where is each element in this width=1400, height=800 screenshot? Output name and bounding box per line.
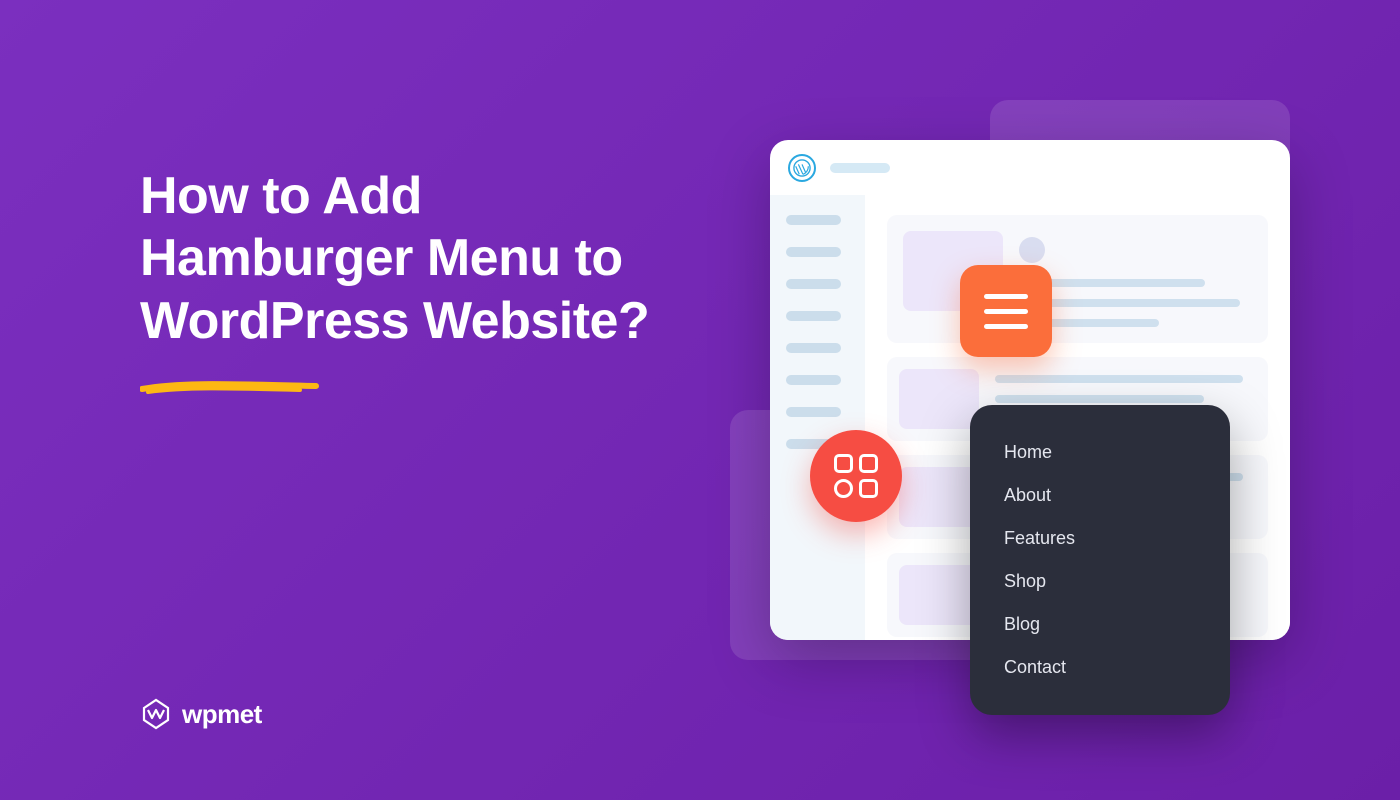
thumbnail-placeholder <box>899 369 979 429</box>
text-line-placeholder <box>1019 299 1240 307</box>
text-placeholder-group <box>1019 231 1252 327</box>
page-title: How to Add Hamburger Menu to WordPress W… <box>140 165 700 352</box>
sidebar-placeholder <box>786 215 841 225</box>
hamburger-menu-icon <box>960 265 1052 357</box>
app-sidebar <box>770 195 865 640</box>
sidebar-placeholder <box>786 343 841 353</box>
header-placeholder-line <box>830 163 890 173</box>
text-line-placeholder <box>995 395 1204 403</box>
brand-logo: wpmet <box>140 698 262 730</box>
menu-item-about[interactable]: About <box>970 474 1230 517</box>
grid-square <box>834 454 853 473</box>
dropdown-menu: Home About Features Shop Blog Contact <box>970 405 1230 715</box>
wordpress-icon <box>788 154 816 182</box>
content-card <box>887 215 1268 343</box>
grid-square <box>834 479 853 498</box>
menu-item-home[interactable]: Home <box>970 431 1230 474</box>
underline-decoration <box>140 380 320 394</box>
thumbnail-placeholder <box>899 467 979 527</box>
illustration: Home About Features Shop Blog Contact <box>690 80 1310 720</box>
menu-item-blog[interactable]: Blog <box>970 603 1230 646</box>
sidebar-placeholder <box>786 247 841 257</box>
grid-menu-icon <box>810 430 902 522</box>
sidebar-placeholder <box>786 407 841 417</box>
app-header <box>770 140 1290 195</box>
brand-name: wpmet <box>182 699 262 730</box>
grid-square <box>859 479 878 498</box>
hamburger-line <box>984 309 1028 314</box>
hamburger-line <box>984 294 1028 299</box>
hamburger-line <box>984 324 1028 329</box>
title-block: How to Add Hamburger Menu to WordPress W… <box>140 165 700 399</box>
avatar-placeholder <box>1019 237 1045 263</box>
sidebar-placeholder <box>786 279 841 289</box>
sidebar-placeholder <box>786 311 841 321</box>
sidebar-placeholder <box>786 375 841 385</box>
wpmet-logo-icon <box>140 698 172 730</box>
thumbnail-placeholder <box>899 565 979 625</box>
text-line-placeholder <box>995 375 1243 383</box>
menu-item-shop[interactable]: Shop <box>970 560 1230 603</box>
grid-square <box>859 454 878 473</box>
menu-item-features[interactable]: Features <box>970 517 1230 560</box>
menu-item-contact[interactable]: Contact <box>970 646 1230 689</box>
